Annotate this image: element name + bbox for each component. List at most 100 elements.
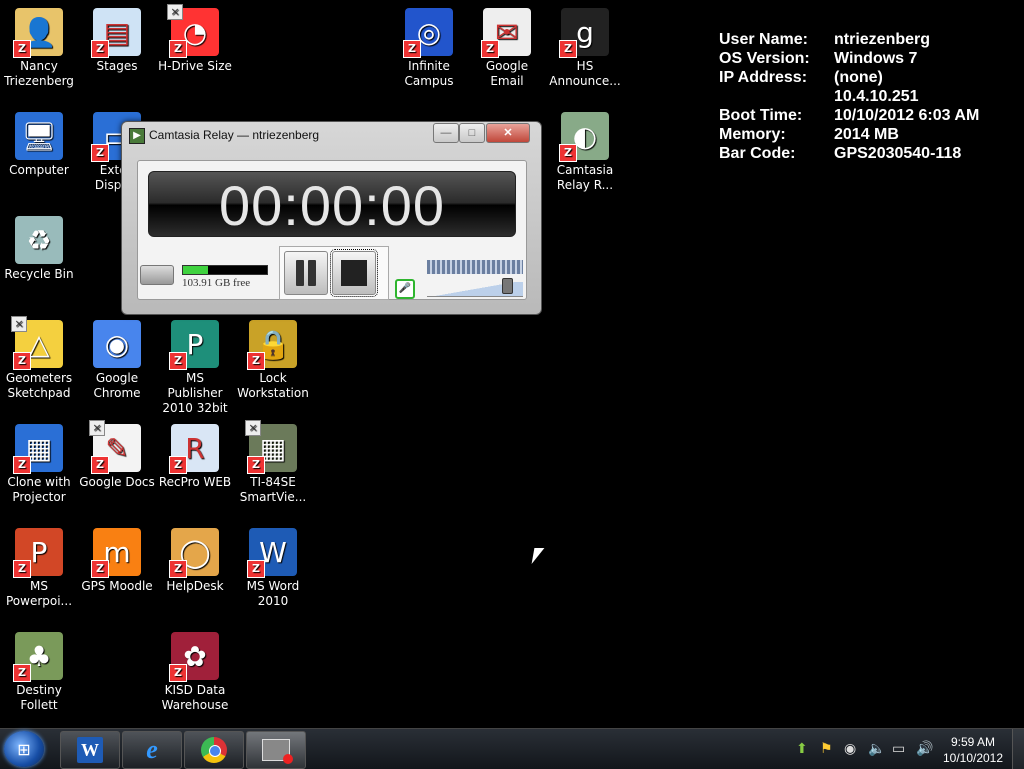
window-title: Camtasia Relay — ntriezenberg xyxy=(149,128,320,142)
z-badge-icon: Z xyxy=(559,144,577,162)
microphone-icon[interactable]: 🎤 xyxy=(395,279,415,299)
pause-button[interactable] xyxy=(284,251,328,295)
calculator-icon: ▦ Z × xyxy=(245,420,297,474)
desktop-shortcut[interactable]: ◎ Z Infinite Campus xyxy=(391,8,467,89)
desktop-shortcut-label: GPS Moodle xyxy=(81,579,153,593)
z-badge-icon: Z xyxy=(91,560,109,578)
desktop-shortcut-label: HelpDesk xyxy=(166,579,224,593)
system-info-panel: User Name: ntriezenberg OS Version: Window… xyxy=(719,30,979,163)
volume-slider-thumb[interactable] xyxy=(501,278,513,294)
tree-icon: ♣ Z xyxy=(13,632,63,682)
os-version-label: OS Version: xyxy=(719,50,810,67)
word-icon: W xyxy=(77,737,103,763)
stop-icon xyxy=(341,260,367,286)
chrome-icon xyxy=(201,737,227,763)
desktop-shortcut[interactable]: ▤ Z Stages xyxy=(79,8,155,74)
desktop-shortcut[interactable]: 🔒 Z Lock Workstation xyxy=(235,320,311,401)
z-badge-icon: Z xyxy=(169,40,187,58)
desktop-shortcut-label: RecPro WEB xyxy=(158,475,232,489)
z-badge-icon: Z xyxy=(91,40,109,58)
desktop-shortcut-label: KISD Data Warehouse xyxy=(161,683,229,712)
desktop-shortcut[interactable]: g Z HS Announce... xyxy=(547,8,623,89)
desktop-shortcut[interactable]: ▦ Z Clone with Projector xyxy=(1,424,77,505)
minimize-button[interactable]: — xyxy=(433,123,459,143)
desktop-shortcut-label: MS Publisher 2010 32bit xyxy=(162,371,228,415)
desktop-shortcut[interactable]: ♣ Z Destiny Follett xyxy=(1,632,77,713)
desktop-shortcut[interactable]: ♻ Recycle Bin xyxy=(1,216,77,282)
z-badge-icon: Z xyxy=(403,40,421,58)
z-badge-icon: Z xyxy=(13,40,31,58)
memory-label: Memory: xyxy=(719,126,786,143)
clock-date: 10/10/2012 xyxy=(942,751,1004,765)
desktop-shortcut-label: Google Chrome xyxy=(93,371,141,400)
window-titlebar[interactable]: ▶ Camtasia Relay — ntriezenberg — □ ✕ xyxy=(122,122,541,148)
tray-flag-icon[interactable]: ⚑ xyxy=(820,741,833,757)
stop-button[interactable] xyxy=(330,249,378,297)
desktop-shortcut-label: MS Powerpoi... xyxy=(5,579,73,608)
start-button[interactable]: ⊞ xyxy=(4,731,44,767)
taskbar-word-button[interactable]: W xyxy=(60,731,120,769)
recorder-panel: 00:00:00 103.91 GB free 🎤 xyxy=(137,160,527,300)
desktop-shortcut-label: Recycle Bin xyxy=(4,267,74,281)
tray-muted-speaker-icon[interactable]: 🔈 xyxy=(868,741,885,757)
tray-network-icon[interactable]: ▭ xyxy=(892,741,905,757)
desktop-shortcut[interactable]: ◉ Google Chrome xyxy=(79,320,155,401)
desktop-shortcut-label: HS Announce... xyxy=(549,59,621,88)
desktop-shortcut[interactable]: △ Z × Geometers Sketchpad xyxy=(1,316,77,401)
desktop-shortcut[interactable]: ▦ Z × TI-84SE SmartVie... xyxy=(235,420,311,505)
tray-security-icon[interactable]: ◉ xyxy=(844,741,856,757)
desktop-shortcut[interactable]: ✎ Z × Google Docs xyxy=(79,420,155,490)
taskbar-ie-button[interactable]: e xyxy=(122,731,182,769)
desktop-shortcut[interactable]: ◯ Z HelpDesk xyxy=(157,528,233,594)
hard-drive-icon xyxy=(140,265,174,285)
tray-network-user-icon[interactable]: ⬆ xyxy=(796,741,808,757)
x-badge-icon: × xyxy=(89,420,105,436)
stages-icon: ▤ Z xyxy=(91,8,141,58)
desktop-shortcut[interactable]: R Z RecPro WEB xyxy=(157,424,233,490)
z-badge-icon: Z xyxy=(169,560,187,578)
z-badge-icon: Z xyxy=(13,352,31,370)
desktop-shortcut[interactable]: ✉ Z Google Email xyxy=(469,8,545,89)
desktop-shortcut-label: Geometers Sketchpad xyxy=(5,371,73,400)
desktop-shortcut[interactable]: 🖥 Computer xyxy=(1,112,77,178)
ip-address-label: IP Address: xyxy=(719,69,808,86)
desktop-shortcut[interactable]: P Z MS Powerpoi... xyxy=(1,528,77,609)
internet-explorer-icon: e xyxy=(146,735,158,764)
ip-address-value-2: 10.4.10.251 xyxy=(834,88,919,105)
z-badge-icon: Z xyxy=(481,40,499,58)
z-badge-icon: Z xyxy=(247,456,265,474)
desktop-shortcut[interactable]: ✿ Z KISD Data Warehouse xyxy=(157,632,233,713)
timer-text: 00:00:00 xyxy=(219,174,445,237)
gmail-icon: ✉ Z xyxy=(481,8,531,58)
taskbar-camtasia-button[interactable] xyxy=(246,731,306,769)
volume-slider[interactable] xyxy=(427,278,523,297)
desktop-shortcut-label: MS Word 2010 xyxy=(246,579,300,608)
mouse-cursor-icon xyxy=(531,548,545,564)
audio-level-meter xyxy=(427,260,523,274)
desktop-shortcut[interactable]: P Z MS Publisher 2010 32bit xyxy=(157,320,233,416)
z-badge-icon: Z xyxy=(13,664,31,682)
desktop-shortcut-label: Camtasia Relay R... xyxy=(556,163,614,192)
disk-space-bar xyxy=(182,265,268,275)
taskbar-chrome-button[interactable] xyxy=(184,731,244,769)
desktop-shortcut-label: Computer xyxy=(9,163,69,177)
desktop-shortcut[interactable]: m Z GPS Moodle xyxy=(79,528,155,594)
computer-icon: 🖥 xyxy=(15,112,63,160)
desktop-shortcut[interactable]: W Z MS Word 2010 xyxy=(235,528,311,609)
system-clock[interactable]: 9:59 AM 10/10/2012 xyxy=(940,734,1006,766)
desktop-shortcut[interactable]: 👤 Z Nancy Triezenberg xyxy=(1,8,77,89)
desktop-shortcut[interactable]: ◔ Z × H-Drive Size xyxy=(157,4,233,74)
desktop-shortcut-label: Lock Workstation xyxy=(237,371,309,400)
tray-volume-icon[interactable]: 🔊 xyxy=(916,741,933,757)
record-controls xyxy=(279,246,389,300)
desktop-shortcut-label: Clone with Projector xyxy=(7,475,71,504)
clock-time: 9:59 AM xyxy=(950,735,996,749)
z-badge-icon: Z xyxy=(247,560,265,578)
boot-time-label: Boot Time: xyxy=(719,107,803,124)
data-warehouse-icon: ✿ Z xyxy=(169,632,219,682)
maximize-button[interactable]: □ xyxy=(459,123,485,143)
z-badge-icon: Z xyxy=(91,456,109,474)
show-desktop-button[interactable] xyxy=(1012,729,1024,769)
close-button[interactable]: ✕ xyxy=(486,123,530,143)
desktop-shortcut[interactable]: ◐ Z Camtasia Relay R... xyxy=(547,112,623,193)
